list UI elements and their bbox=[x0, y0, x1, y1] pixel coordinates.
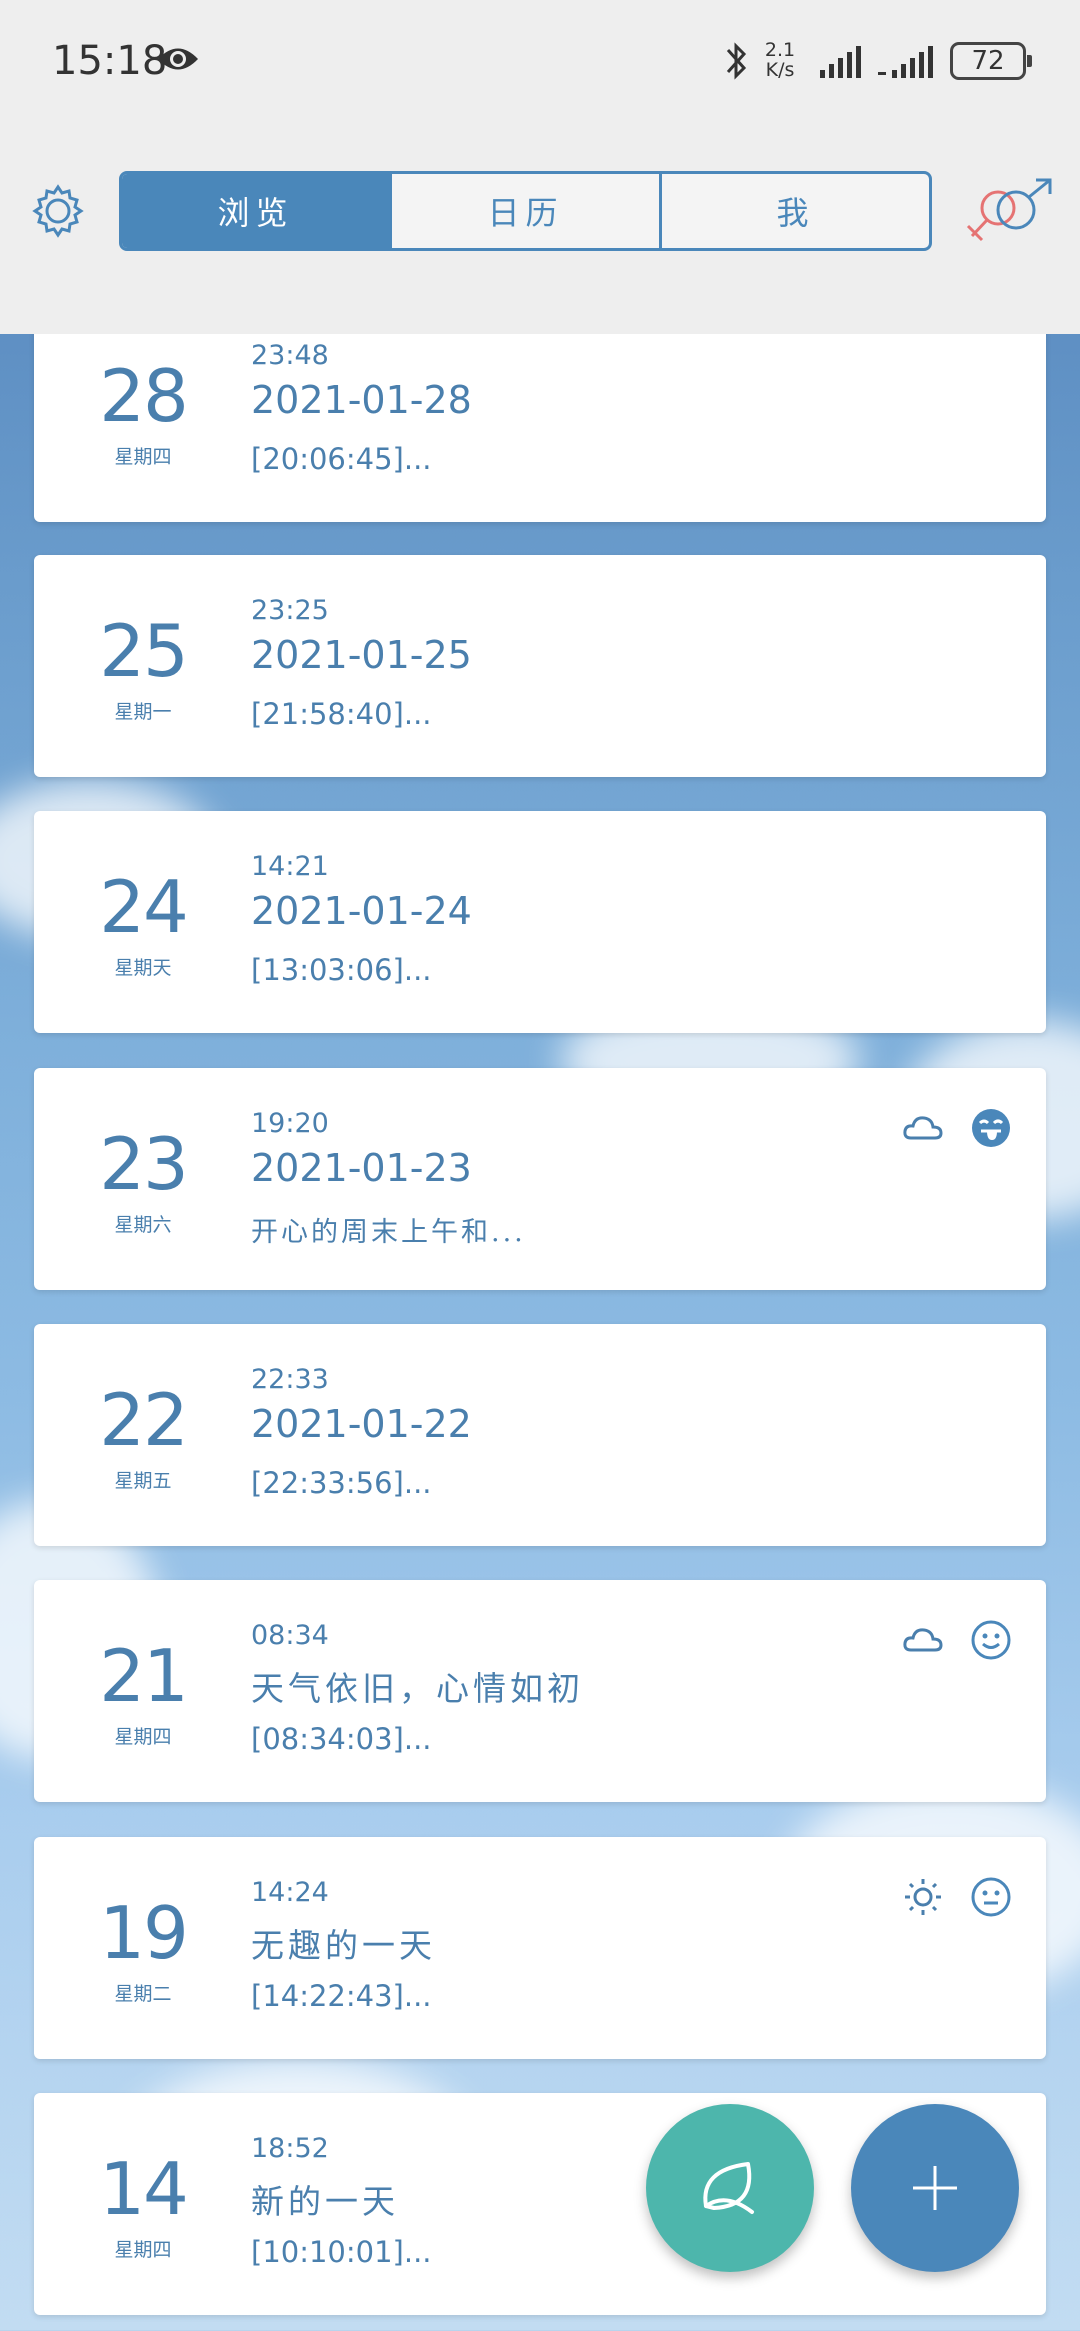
leaf-icon bbox=[703, 2162, 754, 2214]
entry-title: 天气依旧，心情如初 bbox=[251, 1669, 584, 1708]
tab-me[interactable]: 我 bbox=[662, 174, 929, 248]
entry-weekday: 星期五 bbox=[114, 1470, 172, 1492]
entry-time: 14:24 bbox=[251, 1877, 329, 1908]
entry-card[interactable]: 24 星期天 14:21 2021-01-24 [13:03:06]... bbox=[34, 811, 1046, 1033]
tab-calendar[interactable]: 日历 bbox=[392, 174, 662, 248]
cloud-icon bbox=[903, 1628, 943, 1652]
status-bar: 15:18 2.1 K/s 72 bbox=[0, 0, 1080, 125]
entry-title: 无趣的一天 bbox=[251, 1926, 436, 1965]
entry-card[interactable]: 25 星期一 23:25 2021-01-25 [21:58:40]... bbox=[34, 555, 1046, 777]
entry-preview: [22:33:56]... bbox=[251, 1466, 432, 1500]
entry-card[interactable]: 23 星期六 19:20 2021-01-23 开心的周末上午和... bbox=[34, 1068, 1046, 1290]
entry-preview: [14:22:43]... bbox=[251, 1979, 432, 2013]
entry-card[interactable]: 21 星期四 08:34 天气依旧，心情如初 [08:34:03]... bbox=[34, 1580, 1046, 1802]
gear-icon[interactable] bbox=[30, 183, 86, 239]
main-tabs: 浏览 日历 我 bbox=[119, 171, 932, 251]
entry-day: 19 bbox=[99, 1891, 189, 1975]
battery-indicator: 72 bbox=[950, 42, 1032, 80]
entry-time: 23:48 bbox=[251, 340, 329, 371]
net-speed: 2.1 K/s bbox=[764, 39, 796, 81]
entry-card[interactable]: 19 星期二 14:24 无趣的一天 [14:22:43]... bbox=[34, 1837, 1046, 2059]
entry-day: 14 bbox=[99, 2147, 189, 2231]
entry-preview: 开心的周末上午和... bbox=[251, 1217, 526, 1248]
entry-weekday: 星期四 bbox=[114, 1726, 172, 1748]
leaf-button[interactable] bbox=[646, 2104, 814, 2272]
bluetooth-icon bbox=[726, 42, 747, 80]
entry-time: 19:20 bbox=[251, 1108, 329, 1139]
entry-day: 22 bbox=[99, 1378, 189, 1462]
gender-icon[interactable] bbox=[962, 178, 1058, 248]
entry-title: 新的一天 bbox=[251, 2182, 399, 2221]
entry-day: 28 bbox=[99, 354, 189, 438]
entry-card[interactable]: 22 星期五 22:33 2021-01-22 [22:33:56]... bbox=[34, 1324, 1046, 1546]
entry-time: 14:21 bbox=[251, 851, 329, 882]
entry-time: 22:33 bbox=[251, 1364, 329, 1395]
entry-time: 18:52 bbox=[251, 2133, 329, 2164]
entry-title: 2021-01-22 bbox=[251, 1402, 472, 1446]
plus-icon bbox=[913, 2166, 957, 2210]
entry-preview: [20:06:45]... bbox=[251, 442, 432, 476]
entry-time: 08:34 bbox=[251, 1620, 329, 1651]
entry-title: 2021-01-24 bbox=[251, 889, 472, 933]
entry-time: 23:25 bbox=[251, 595, 329, 626]
entry-day: 23 bbox=[99, 1122, 189, 1206]
entry-weekday: 星期二 bbox=[114, 1983, 172, 2005]
tongue-face-icon bbox=[972, 1109, 1010, 1147]
entry-weekday: 星期一 bbox=[114, 701, 172, 723]
entry-preview: [13:03:06]... bbox=[251, 953, 432, 987]
eye-icon bbox=[158, 48, 198, 70]
signal-2-icon bbox=[878, 46, 933, 78]
smile-face-icon bbox=[971, 1620, 1011, 1660]
entry-day: 21 bbox=[99, 1634, 189, 1718]
entry-day: 24 bbox=[99, 865, 189, 949]
sun-icon bbox=[905, 1879, 941, 1915]
entry-preview: [10:10:01]... bbox=[251, 2235, 432, 2269]
neutral-face-icon bbox=[971, 1877, 1011, 1917]
entry-weekday: 星期四 bbox=[114, 2239, 172, 2261]
entry-title: 2021-01-25 bbox=[251, 633, 472, 677]
entry-weekday: 星期天 bbox=[114, 957, 172, 979]
entry-day: 25 bbox=[99, 609, 189, 693]
tab-browse[interactable]: 浏览 bbox=[122, 174, 392, 248]
signal-icon bbox=[820, 46, 861, 78]
entry-weekday: 星期四 bbox=[114, 446, 172, 468]
entry-weekday: 星期六 bbox=[114, 1214, 172, 1236]
cloud-icon bbox=[903, 1116, 943, 1140]
entry-preview: [08:34:03]... bbox=[251, 1722, 432, 1756]
entry-title: 2021-01-23 bbox=[251, 1146, 472, 1190]
status-time: 15:18 bbox=[52, 38, 168, 84]
entry-title: 2021-01-28 bbox=[251, 378, 472, 422]
add-entry-button[interactable] bbox=[851, 2104, 1019, 2272]
top-bar: 15:18 2.1 K/s 72 浏览 日历 我 bbox=[0, 0, 1080, 334]
entry-preview: [21:58:40]... bbox=[251, 697, 432, 731]
